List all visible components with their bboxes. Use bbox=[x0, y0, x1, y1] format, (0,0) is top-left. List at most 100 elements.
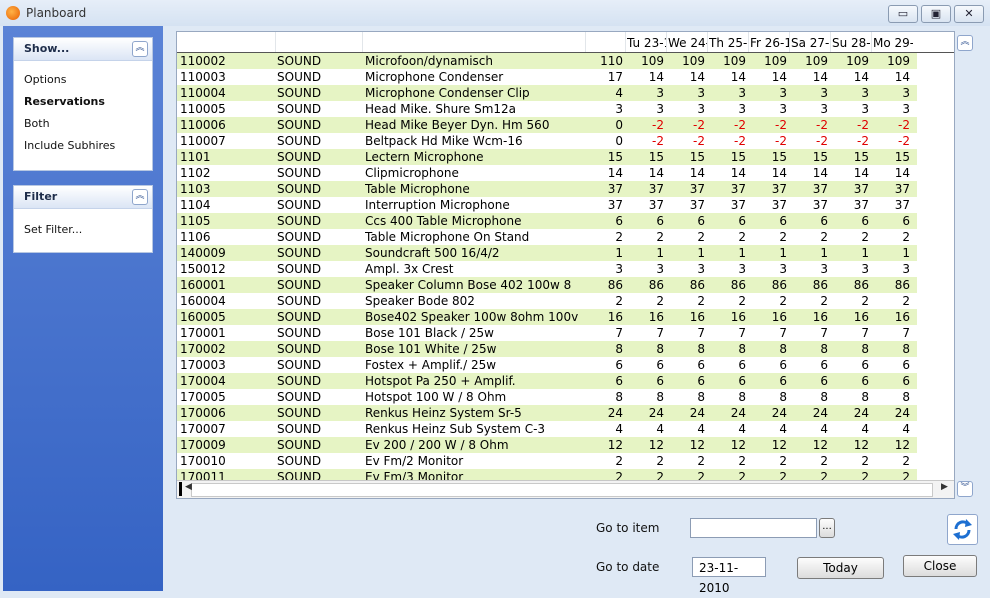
availability-cell: 14 bbox=[894, 166, 910, 180]
show-option-both[interactable]: Both bbox=[14, 113, 152, 135]
availability-cell: -2 bbox=[693, 134, 705, 148]
planboard-grid[interactable]: Tu 23-1We 24-Th 25-1Fr 26-1Sa 27-1Su 28-… bbox=[176, 31, 955, 499]
table-row[interactable]: 160005 SOUND Bose402 Speaker 100w 8ohm 100… bbox=[177, 309, 917, 325]
table-row[interactable]: 160004 SOUND Speaker Bode 802 2 2 2 2 2 2 2 2 bbox=[177, 293, 917, 309]
stock-qty-cell: 86 bbox=[607, 278, 623, 292]
refresh-button[interactable] bbox=[947, 514, 978, 545]
table-row[interactable]: 170007 SOUND Renkus Heinz Sub System C-3 4 4… bbox=[177, 421, 917, 437]
maximize-button[interactable]: ▣ bbox=[921, 5, 951, 23]
table-row[interactable]: 170003 SOUND Fostex + Amplif./ 25w 6 6 6 6 6 6 6 6 bbox=[177, 357, 917, 373]
availability-cell: 37 bbox=[730, 182, 746, 196]
show-panel-header[interactable]: Show... ︽ bbox=[14, 38, 152, 61]
item-name-cell: Bose402 Speaker 100w 8ohm 100v bbox=[365, 310, 579, 324]
table-row[interactable]: 1106 SOUND Table Microphone On Stand 2 2 2 2 2 2… bbox=[177, 229, 917, 245]
browse-item-button[interactable]: ... bbox=[819, 518, 835, 538]
item-code-cell: 170009 bbox=[180, 438, 226, 452]
close-window-button[interactable]: ✕ bbox=[954, 5, 984, 23]
goto-date-input[interactable]: 23-11-2010 bbox=[692, 557, 766, 595]
availability-cell: 37 bbox=[648, 198, 664, 212]
app-icon bbox=[6, 6, 20, 20]
availability-cell: 8 bbox=[779, 390, 787, 404]
table-row[interactable]: 1101 SOUND Lectern Microphone 15 15 15 15 15 15 1… bbox=[177, 149, 917, 165]
table-row[interactable]: 110005 SOUND Head Mike. Shure Sm12a 3 3 3 3 3 3 3… bbox=[177, 101, 917, 117]
table-row[interactable]: 1103 SOUND Table Microphone 37 37 37 37 37 37 37 3… bbox=[177, 181, 917, 197]
table-row[interactable]: 170002 SOUND Bose 101 White / 25w 8 8 8 8 8 8 8 8 bbox=[177, 341, 917, 357]
availability-cell: 8 bbox=[738, 390, 746, 404]
table-row[interactable]: 110007 SOUND Beltpack Hd Mike Wcm-16 0 -2 -2 -… bbox=[177, 133, 917, 149]
table-row[interactable]: 170001 SOUND Bose 101 Black / 25w 7 7 7 7 7 7 7 7 bbox=[177, 325, 917, 341]
table-row[interactable]: 1104 SOUND Interruption Microphone 37 37 37 37… bbox=[177, 197, 917, 213]
collapse-show-icon[interactable]: ︽ bbox=[132, 41, 148, 57]
item-code-cell: 170006 bbox=[180, 406, 226, 420]
item-name-cell: Speaker Bode 802 bbox=[365, 294, 475, 308]
scroll-up-icon[interactable]: ︽ bbox=[957, 35, 973, 51]
minimize-button[interactable]: ▭ bbox=[888, 5, 918, 23]
table-row[interactable]: 170004 SOUND Hotspot Pa 250 + Amplif. 6 6 6 6 6… bbox=[177, 373, 917, 389]
date-header[interactable]: Mo 29-1 bbox=[873, 36, 913, 50]
table-row[interactable]: 150012 SOUND Ampl. 3x Crest 3 3 3 3 3 3 3 3 bbox=[177, 261, 917, 277]
availability-cell: 14 bbox=[730, 166, 746, 180]
availability-cell: 8 bbox=[820, 342, 828, 356]
horizontal-scrollbar[interactable]: ◀ ▶ bbox=[177, 480, 954, 498]
availability-cell: 37 bbox=[689, 182, 705, 196]
date-header[interactable]: Sa 27-1 bbox=[791, 36, 831, 50]
date-header[interactable]: Tu 23-1 bbox=[627, 36, 667, 50]
availability-cell: 2 bbox=[656, 294, 664, 308]
table-row[interactable]: 110003 SOUND Microphone Condenser 17 14 14 14 1… bbox=[177, 69, 917, 85]
table-row[interactable]: 1105 SOUND Ccs 400 Table Microphone 6 6 6 6 6 6 6… bbox=[177, 213, 917, 229]
stock-qty-cell: 110 bbox=[600, 54, 623, 68]
date-header[interactable]: We 24- bbox=[668, 36, 708, 50]
date-header[interactable]: Th 25-1 bbox=[709, 36, 749, 50]
availability-cell: 109 bbox=[805, 54, 828, 68]
filter-panel-header[interactable]: Filter ︽ bbox=[14, 186, 152, 209]
table-row[interactable]: 170006 SOUND Renkus Heinz System Sr-5 24 24 2… bbox=[177, 405, 917, 421]
availability-cell: 2 bbox=[656, 454, 664, 468]
availability-cell: 109 bbox=[641, 54, 664, 68]
table-row[interactable]: 170010 SOUND Ev Fm/2 Monitor 2 2 2 2 2 2 2 2 bbox=[177, 453, 917, 469]
availability-cell: 1 bbox=[697, 246, 705, 260]
stock-qty-cell: 2 bbox=[615, 294, 623, 308]
close-button[interactable]: Close bbox=[903, 555, 977, 577]
table-row[interactable]: 1102 SOUND Clipmicrophone 14 14 14 14 14 14 14 14 bbox=[177, 165, 917, 181]
item-code-cell: 1101 bbox=[180, 150, 211, 164]
table-row[interactable]: 110004 SOUND Microphone Condenser Clip 4 3 3 3… bbox=[177, 85, 917, 101]
table-row[interactable]: 170005 SOUND Hotspot 100 W / 8 Ohm 8 8 8 8 8 8 8 8 bbox=[177, 389, 917, 405]
show-option-options[interactable]: Options bbox=[14, 69, 152, 91]
table-row[interactable]: 170009 SOUND Ev 200 / 200 W / 8 Ohm 12 12 12 1… bbox=[177, 437, 917, 453]
item-name-cell: Table Microphone bbox=[365, 182, 470, 196]
show-option-include-subhires[interactable]: Include Subhires bbox=[14, 135, 152, 157]
collapse-filter-icon[interactable]: ︽ bbox=[132, 189, 148, 205]
availability-cell: 14 bbox=[812, 166, 828, 180]
item-code-cell: 170001 bbox=[180, 326, 226, 340]
availability-cell: 7 bbox=[697, 326, 705, 340]
goto-item-input[interactable] bbox=[690, 518, 817, 538]
date-header[interactable]: Su 28-1 bbox=[832, 36, 872, 50]
show-option-reservations[interactable]: Reservations bbox=[14, 91, 152, 113]
availability-cell: 2 bbox=[697, 294, 705, 308]
item-name-cell: Renkus Heinz System Sr-5 bbox=[365, 406, 522, 420]
set-filter-link[interactable]: Set Filter... bbox=[14, 219, 152, 241]
table-row[interactable]: 110002 SOUND Microfoon/dynamisch 110 109 109 1… bbox=[177, 53, 917, 69]
availability-cell: 6 bbox=[738, 374, 746, 388]
item-code-cell: 150012 bbox=[180, 262, 226, 276]
scroll-down-icon[interactable]: ︾ bbox=[957, 481, 973, 497]
department-cell: SOUND bbox=[277, 262, 322, 276]
availability-cell: 6 bbox=[902, 358, 910, 372]
today-button[interactable]: Today bbox=[797, 557, 884, 579]
table-row[interactable]: 110006 SOUND Head Mike Beyer Dyn. Hm 560 0 -… bbox=[177, 117, 917, 133]
scroll-right-arrow-icon[interactable]: ▶ bbox=[941, 482, 948, 492]
availability-cell: 15 bbox=[771, 150, 787, 164]
availability-cell: 8 bbox=[820, 390, 828, 404]
department-cell: SOUND bbox=[277, 310, 322, 324]
horizontal-scroll-thumb[interactable] bbox=[191, 483, 933, 497]
item-name-cell: Speaker Column Bose 402 100w 8 bbox=[365, 278, 572, 292]
table-row[interactable]: 160001 SOUND Speaker Column Bose 402 100w … bbox=[177, 277, 917, 293]
availability-cell: -2 bbox=[898, 134, 910, 148]
stock-qty-cell: 2 bbox=[615, 454, 623, 468]
availability-cell: 3 bbox=[861, 102, 869, 116]
filter-panel: Filter ︽ Set Filter... bbox=[13, 185, 153, 253]
scroll-left-arrow-icon[interactable]: ◀ bbox=[185, 482, 192, 492]
table-row[interactable]: 140009 SOUND Soundcraft 500 16/4/2 1 1 1 1 1 1 1 1 bbox=[177, 245, 917, 261]
date-header[interactable]: Fr 26-1 bbox=[750, 36, 790, 50]
availability-cell: 16 bbox=[771, 310, 787, 324]
